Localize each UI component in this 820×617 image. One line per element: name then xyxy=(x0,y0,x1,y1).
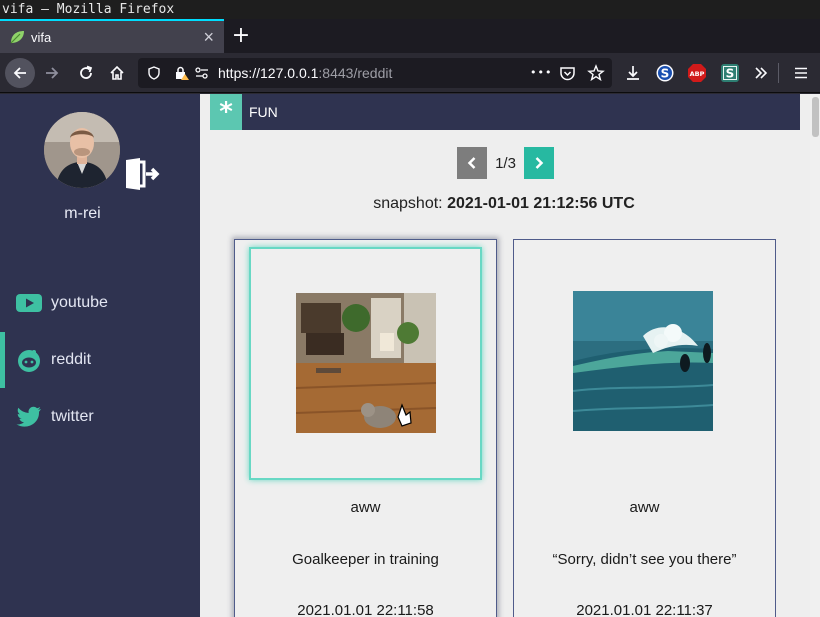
tab-title: vifa xyxy=(31,29,52,45)
url-host: https://127.0.0.1 xyxy=(218,65,319,81)
snapshot-label: snapshot: xyxy=(373,195,443,212)
avatar[interactable] xyxy=(44,112,120,188)
post-title: Goalkeeper in training xyxy=(292,551,439,568)
pocket-icon[interactable] xyxy=(559,65,576,82)
leaf-favicon-icon xyxy=(10,31,24,44)
scrollbar-thumb[interactable] xyxy=(812,97,819,137)
post-thumbnail[interactable] xyxy=(573,291,713,431)
page-actions-icon[interactable]: ••• xyxy=(530,58,552,88)
svg-text:ABP: ABP xyxy=(690,70,705,78)
main-content: * FUN 1/3 snapshot: 2021-01-01 21:12:56 … xyxy=(200,94,810,617)
sidebar: m-rei youtube reddit twitter xyxy=(0,94,200,617)
post-date: 2021.01.01 22:11:58 xyxy=(297,602,434,617)
tab-vifa[interactable]: vifa × xyxy=(0,19,224,53)
post-card[interactable]: aww “Sorry, didn’t see you there” 2021.0… xyxy=(513,239,776,617)
back-button[interactable] xyxy=(5,58,35,88)
post-title: “Sorry, didn’t see you there” xyxy=(552,551,737,568)
post-thumbnail-frame[interactable] xyxy=(528,247,761,480)
tab-strip: vifa × + xyxy=(0,19,820,53)
post-date: 2021.01.01 22:11:37 xyxy=(576,602,713,617)
prev-page-button[interactable] xyxy=(457,147,487,179)
app-menu-button[interactable] xyxy=(787,59,815,87)
user-photo xyxy=(44,112,120,188)
extension-s-button[interactable]: S xyxy=(651,59,679,87)
extension-s2-icon: S xyxy=(721,64,739,82)
double-chevron-icon xyxy=(755,67,768,79)
insecure-lock-icon[interactable] xyxy=(174,65,190,81)
hamburger-icon xyxy=(795,67,807,79)
post-thumbnail-frame[interactable] xyxy=(249,247,482,480)
arrow-right-icon xyxy=(46,67,59,79)
youtube-icon xyxy=(16,290,42,316)
asterisk-icon: * xyxy=(210,94,242,130)
sidebar-item-label: twitter xyxy=(51,408,94,425)
username: m-rei xyxy=(64,205,101,222)
adblock-plus-icon: ABP xyxy=(688,64,706,82)
twitter-icon xyxy=(16,404,42,430)
surf-wave-image xyxy=(573,291,713,431)
nav-toolbar: https://127.0.0.1:8443/reddit ••• S ABP xyxy=(0,53,820,93)
tab-close-icon[interactable]: × xyxy=(203,26,214,48)
url-path: :8443/reddit xyxy=(318,65,393,81)
reddit-icon xyxy=(16,347,42,373)
snapshot-line: snapshot: 2021-01-01 21:12:56 UTC xyxy=(200,195,808,213)
pagination: 1/3 xyxy=(457,147,554,179)
overflow-menu-button[interactable] xyxy=(747,59,775,87)
page-scrollbar[interactable] xyxy=(810,94,820,617)
post-thumbnail[interactable] xyxy=(296,293,436,433)
post-subreddit: aww xyxy=(350,499,381,516)
sidebar-item-label: youtube xyxy=(51,294,108,311)
svg-text:S: S xyxy=(661,67,670,81)
extension-s2-button[interactable]: S xyxy=(716,59,744,87)
logout-icon[interactable] xyxy=(124,156,160,192)
shield-icon[interactable] xyxy=(146,65,162,81)
sidebar-item-youtube[interactable]: youtube xyxy=(0,275,200,331)
window-title: vifa — Mozilla Firefox xyxy=(0,0,820,19)
category-bar: * FUN xyxy=(210,94,800,130)
home-button[interactable] xyxy=(103,59,131,87)
svg-text:S: S xyxy=(726,67,735,81)
category-label: FUN xyxy=(249,104,278,120)
downloads-button[interactable] xyxy=(619,59,647,87)
bookmark-star-icon[interactable] xyxy=(587,64,605,82)
toolbar-divider xyxy=(778,63,779,83)
extension-s-icon: S xyxy=(656,64,674,82)
post-subreddit: aww xyxy=(629,499,660,516)
reload-button[interactable] xyxy=(72,59,100,87)
sidebar-item-label: reddit xyxy=(51,351,92,368)
url-text[interactable]: https://127.0.0.1:8443/reddit xyxy=(218,58,392,88)
sidebar-item-reddit[interactable]: reddit xyxy=(0,332,200,388)
permissions-icon[interactable] xyxy=(194,65,210,81)
arrow-left-icon xyxy=(13,67,26,79)
new-tab-button[interactable]: + xyxy=(230,21,252,51)
page-indicator: 1/3 xyxy=(495,154,516,172)
cat-room-image xyxy=(296,293,436,433)
forward-button[interactable] xyxy=(38,59,66,87)
chevron-right-icon xyxy=(535,157,544,169)
post-card[interactable]: aww Goalkeeper in training 2021.01.01 22… xyxy=(234,239,497,617)
url-bar[interactable]: https://127.0.0.1:8443/reddit ••• xyxy=(138,58,612,88)
sidebar-item-twitter[interactable]: twitter xyxy=(0,389,200,445)
adblock-plus-button[interactable]: ABP xyxy=(683,59,711,87)
snapshot-timestamp: 2021-01-01 21:12:56 UTC xyxy=(447,195,635,212)
next-page-button[interactable] xyxy=(524,147,554,179)
chevron-left-icon xyxy=(467,157,476,169)
reload-icon xyxy=(80,65,93,79)
home-icon xyxy=(110,65,124,80)
download-icon xyxy=(627,66,639,80)
